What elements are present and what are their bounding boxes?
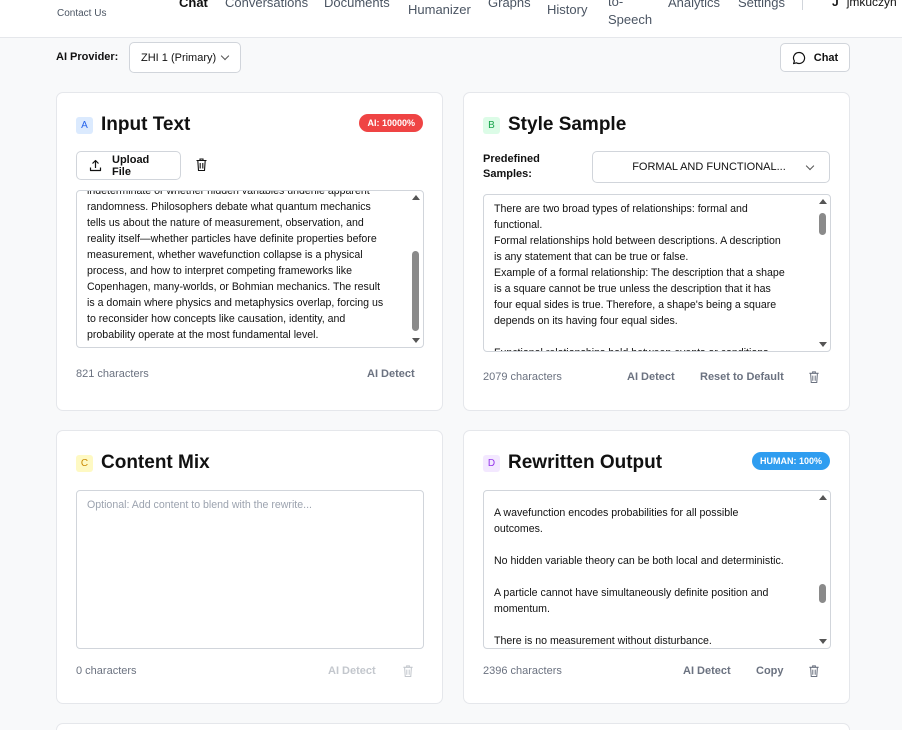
- rewritten-output-heading: Rewritten Output: [508, 452, 663, 473]
- user-avatar-icon: J: [832, 0, 839, 9]
- chevron-down-icon: [220, 51, 230, 61]
- nav-chat[interactable]: Chat: [179, 0, 208, 12]
- rewritten-output-card: D Rewritten Output HUMAN: 100% A wavefun…: [463, 430, 850, 704]
- rewritten-output-title: D Rewritten Output: [483, 452, 662, 474]
- nav-tts-line1: to-: [608, 0, 624, 9]
- contact-us-link[interactable]: Contact Us: [57, 8, 106, 19]
- predefined-samples-value: FORMAL AND FUNCTIONAL...: [632, 161, 786, 173]
- mix-char-count: 0 characters: [76, 665, 137, 677]
- user-menu[interactable]: Jjmkuczyn: [832, 0, 897, 11]
- scroll-down-arrow-icon[interactable]: [412, 338, 420, 343]
- user-name: jmkuczyn: [846, 0, 897, 9]
- scroll-up-arrow-icon[interactable]: [412, 195, 420, 200]
- nav-graphs[interactable]: Graphs: [488, 0, 531, 12]
- next-section-card: [56, 723, 850, 730]
- nav-documents[interactable]: Documents: [324, 0, 390, 12]
- style-scroll-thumb[interactable]: [819, 213, 826, 235]
- input-text-card: A Input Text AI: 10000% Upload File inde…: [56, 92, 443, 411]
- nav-tts-line2: Speech: [608, 12, 653, 27]
- ai-provider-label: AI Provider:: [56, 51, 119, 63]
- nav-humanizer[interactable]: Humanizer: [408, 1, 471, 19]
- reset-to-default-button[interactable]: Reset to Default: [700, 371, 784, 383]
- rewritten-output-content: A wavefunction encodes probabilities for…: [494, 507, 784, 647]
- ai-provider-value: ZHI 1 (Primary): [141, 51, 217, 64]
- ai-provider-select[interactable]: ZHI 1 (Primary): [129, 42, 241, 73]
- chat-button[interactable]: Chat: [780, 43, 850, 72]
- nav-analytics[interactable]: Analytics: [668, 0, 720, 12]
- letter-a-badge: A: [76, 116, 93, 134]
- human-score-badge: HUMAN: 100%: [751, 452, 830, 470]
- style-sample-title: B Style Sample: [483, 114, 626, 136]
- content-mix-placeholder: Optional: Add content to blend with the …: [87, 499, 312, 511]
- upload-file-label: Upload File: [112, 153, 150, 178]
- predefined-samples-select[interactable]: FORMAL AND FUNCTIONAL...: [592, 151, 830, 183]
- content-mix-title: C Content Mix: [76, 452, 210, 474]
- scroll-down-arrow-icon[interactable]: [819, 639, 827, 644]
- trash-icon[interactable]: [402, 664, 414, 678]
- input-ai-detect-button[interactable]: AI Detect: [367, 368, 415, 380]
- upload-file-button[interactable]: Upload File: [76, 151, 181, 180]
- content-mix-card: C Content Mix Optional: Add content to b…: [56, 430, 443, 704]
- upload-icon: [89, 159, 102, 172]
- letter-d-badge: D: [483, 454, 500, 472]
- rewritten-output-textarea[interactable]: A wavefunction encodes probabilities for…: [483, 490, 831, 649]
- input-scroll-thumb[interactable]: [412, 251, 419, 331]
- input-scrollbar[interactable]: [411, 193, 421, 345]
- content-mix-heading: Content Mix: [101, 452, 210, 473]
- content-mix-textarea[interactable]: Optional: Add content to blend with the …: [76, 490, 424, 649]
- predefined-samples-label: Predefined Samples:: [483, 152, 540, 182]
- style-ai-detect-button[interactable]: AI Detect: [627, 371, 675, 383]
- style-sample-content: There are two broad types of relationshi…: [494, 203, 785, 351]
- predefined-label-line2: Samples:: [483, 168, 532, 180]
- input-text-content: indeterminate or whether hidden variable…: [87, 190, 384, 341]
- chat-button-label: Chat: [813, 51, 839, 64]
- nav-conversations[interactable]: Conversations: [225, 0, 308, 12]
- message-circle-icon: [792, 51, 806, 65]
- letter-b-badge: B: [483, 116, 500, 134]
- output-ai-detect-button[interactable]: AI Detect: [683, 665, 731, 677]
- style-char-count: 2079 characters: [483, 371, 562, 383]
- input-text-heading: Input Text: [101, 114, 191, 135]
- nav-history[interactable]: History: [547, 1, 587, 19]
- scroll-up-arrow-icon[interactable]: [819, 199, 827, 204]
- scroll-up-arrow-icon[interactable]: [819, 495, 827, 500]
- input-text-title: A Input Text: [76, 114, 190, 136]
- output-char-count: 2396 characters: [483, 665, 562, 677]
- style-sample-heading: Style Sample: [508, 114, 627, 135]
- nav-settings[interactable]: Settings: [738, 0, 785, 12]
- letter-c-badge: C: [76, 454, 93, 472]
- input-char-count: 821 characters: [76, 368, 149, 380]
- style-sample-textarea[interactable]: There are two broad types of relationshi…: [483, 194, 831, 352]
- output-scrollbar[interactable]: [818, 493, 828, 646]
- output-scroll-thumb[interactable]: [819, 584, 826, 603]
- mix-ai-detect-button[interactable]: AI Detect: [328, 665, 376, 677]
- copy-button[interactable]: Copy: [756, 665, 784, 677]
- trash-icon[interactable]: [808, 370, 820, 384]
- ai-score-badge: AI: 10000%: [359, 114, 423, 132]
- nav-text-to-speech[interactable]: to- Speech: [608, 0, 652, 29]
- predefined-label-line1: Predefined: [483, 153, 540, 165]
- nav-divider: [802, 0, 803, 10]
- style-scrollbar[interactable]: [818, 197, 828, 349]
- trash-icon[interactable]: [808, 664, 820, 678]
- style-sample-card: B Style Sample Predefined Samples: There…: [463, 92, 850, 411]
- scroll-down-arrow-icon[interactable]: [819, 342, 827, 347]
- top-nav: Contact Us Chat Conversations Documents …: [0, 0, 902, 38]
- chevron-down-icon: [805, 161, 815, 170]
- trash-icon[interactable]: [195, 157, 208, 172]
- input-textarea[interactable]: indeterminate or whether hidden variable…: [76, 190, 424, 348]
